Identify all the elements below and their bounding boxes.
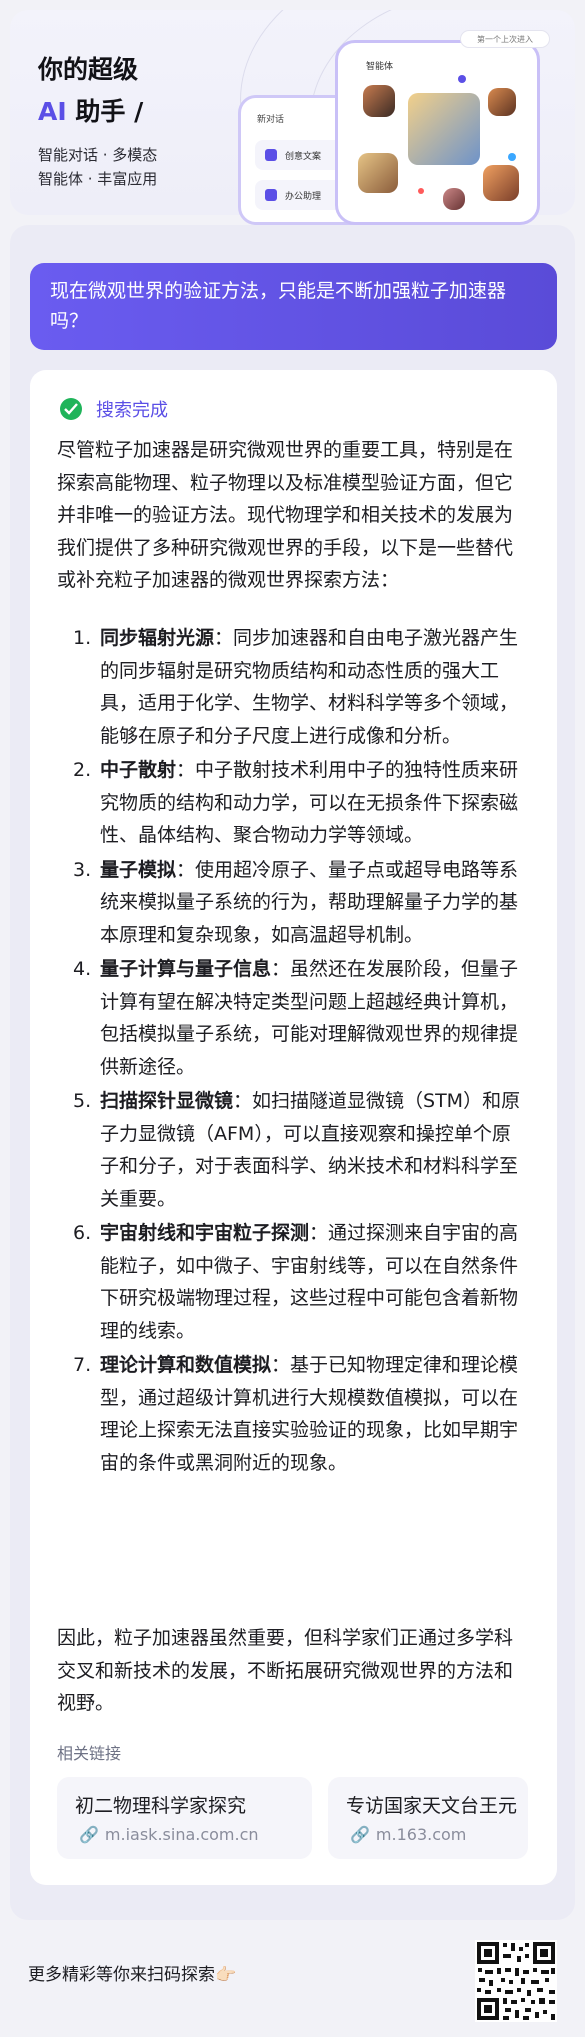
avatar (358, 153, 398, 193)
related-link-title: 初二物理科学家探究 (75, 1795, 247, 1817)
list-item: 3. 量子模拟：使用超冷原子、量子点或超导电路等系统来模拟量子系统的行为，帮助理解… (57, 854, 527, 952)
list-number: 6. (73, 1222, 92, 1244)
related-link-title: 专访国家天文台王元 (346, 1795, 518, 1817)
banner-title-line1: 你的超级 (38, 55, 139, 84)
list-item-title: 同步辐射光源 (100, 627, 215, 649)
chip-icon (265, 189, 277, 201)
footer-cta-text: 更多精彩等你来扫码探索👉🏻 (28, 1965, 237, 1985)
list-number: 3. (73, 858, 92, 881)
avatar (443, 188, 465, 210)
list-item: 2. 中子散射：中子散射技术利用中子的独特性质来研究物质的结构和动力学，可以在无损… (57, 754, 527, 852)
list-item-title: 宇宙射线和宇宙粒子探测 (100, 1222, 310, 1244)
search-status-text: 搜索完成 (96, 400, 168, 421)
list-item-title: 扫描探针显微镜 (100, 1090, 234, 1112)
related-link-url: 🔗 m.163.com (350, 1825, 466, 1844)
list-item-title: 理论计算和数值模拟 (100, 1354, 272, 1376)
banner-title-line2: AI 助手 / (38, 92, 143, 128)
related-link-url-text: m.163.com (375, 1825, 467, 1844)
banner-title-rest: 助手 / (66, 97, 144, 126)
link-icon: 🔗 (79, 1825, 99, 1844)
mock-back-title: 新对话 (257, 115, 285, 125)
avatar (483, 165, 519, 201)
avatar (363, 85, 395, 117)
list-number: 4. (73, 958, 92, 980)
list-item-title: 中子散射 (100, 759, 177, 781)
related-link-card[interactable]: 初二物理科学家探究 🔗 m.iask.sina.com.cn (57, 1777, 312, 1859)
list-item: 6. 宇宙射线和宇宙粒子探测：通过探测来自宇宙的高能粒子，如中微子、宇宙射线等，可… (57, 1217, 527, 1347)
search-status: 搜索完成 (60, 396, 168, 422)
list-number: 2. (73, 759, 92, 781)
mock-phone-front: 智能体 (335, 40, 540, 225)
mock-badge: 第一个上次进入 (460, 30, 550, 48)
link-icon: 🔗 (350, 1825, 370, 1844)
related-link-url-text: m.iask.sina.com.cn (104, 1825, 259, 1844)
answer-intro: 尽管粒子加速器是研究微观世界的重要工具，特别是在探索高能物理、粒子物理以及标准模… (57, 439, 514, 591)
qr-code-icon[interactable] (475, 1940, 557, 2022)
mock-chip-label: 办公助理 (285, 192, 322, 202)
list-number: 7. (73, 1354, 92, 1376)
mock-front-title: 智能体 (366, 62, 394, 72)
list-item: 1. 同步辐射光源：同步加速器和自由电子激光器产生的同步辐射是研究物质结构和动态性… (57, 622, 527, 752)
related-links-title: 相关链接 (57, 1744, 122, 1763)
user-question-bubble: 现在微观世界的验证方法，只能是不断加强粒子加速器吗？ (30, 263, 557, 350)
list-number: 1. (73, 627, 92, 649)
avatar (488, 88, 516, 116)
avatar (408, 93, 480, 165)
decorative-dot (458, 75, 466, 83)
list-item: 4. 量子计算与量子信息：虽然还在发展阶段，但量子计算有望在解决特定类型问题上超越… (57, 953, 527, 1083)
answer-list: 1. 同步辐射光源：同步加速器和自由电子激光器产生的同步辐射是研究物质结构和动态性… (57, 622, 527, 1481)
answer-conclusion: 因此，粒子加速器虽然重要，但科学家们正通过多学科交叉和新技术的发展，不断拓展研究… (57, 1627, 514, 1714)
mock-chip-label: 创意文案 (285, 152, 322, 162)
decorative-dot (508, 153, 516, 161)
banner-title-accent: AI (38, 97, 67, 126)
list-item: 7. 理论计算和数值模拟：基于已知物理定律和理论模型，通过超级计算机进行大规模数值… (57, 1349, 527, 1479)
chip-icon (265, 149, 277, 161)
decorative-dot (418, 188, 424, 194)
banner-subtitle-line2: 智能体 · 丰富应用 (38, 170, 158, 188)
list-item-title: 量子计算与量子信息 (100, 958, 272, 980)
related-link-card[interactable]: 专访国家天文台王元 🔗 m.163.com (328, 1777, 528, 1859)
list-item: 5. 扫描探针显微镜：如扫描隧道显微镜（STM）和原子力显微镜（AFM），可以直接… (57, 1085, 527, 1215)
list-item-title: 量子模拟 (100, 858, 177, 881)
banner-subtitle-line1: 智能对话 · 多模态 (38, 146, 158, 164)
list-number: 5. (73, 1090, 92, 1112)
related-link-url: 🔗 m.iask.sina.com.cn (79, 1825, 259, 1844)
